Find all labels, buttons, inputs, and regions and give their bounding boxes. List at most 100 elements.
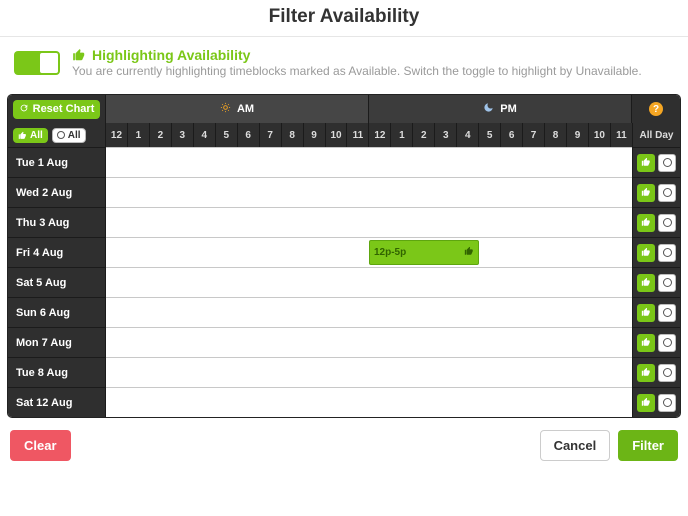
reset-chart-button[interactable]: Reset Chart [13,100,101,119]
hour-header-9[interactable]: 9 [304,123,326,147]
day-row: Wed 2 Aug [8,177,680,207]
row-allday-clear-button[interactable] [658,334,676,352]
row-allday-clear-button[interactable] [658,214,676,232]
row-allday-available-button[interactable] [637,364,655,382]
thumbs-up-icon [641,365,651,380]
hour-header-21[interactable]: 9 [567,123,589,147]
timeblock-area[interactable] [106,297,632,327]
available-block[interactable]: 12p-5p [369,240,479,265]
hour-header-7[interactable]: 7 [260,123,282,147]
day-row: Sat 5 Aug [8,267,680,297]
period-pm-tab[interactable]: PM [369,95,632,123]
availability-chart: Reset Chart AM PM ? All All [7,94,681,418]
row-allday-available-button[interactable] [637,244,655,262]
row-allday-clear-button[interactable] [658,304,676,322]
cancel-button[interactable]: Cancel [540,430,611,461]
hour-header-11[interactable]: 11 [347,123,369,147]
hour-header-2[interactable]: 2 [150,123,172,147]
hour-header-0[interactable]: 12 [106,123,128,147]
circle-icon [663,278,672,287]
row-allday-clear-button[interactable] [658,184,676,202]
day-row: Sat 12 Aug [8,387,680,417]
day-row: Tue 8 Aug [8,357,680,387]
quick-all-available-button[interactable]: All [13,128,48,143]
highlight-toggle[interactable] [14,51,60,75]
thumbs-up-icon [72,48,86,62]
timeblock-area[interactable] [106,207,632,237]
row-allday-clear-button[interactable] [658,274,676,292]
hour-header-4[interactable]: 4 [194,123,216,147]
quick-all-on-label: All [30,130,43,141]
thumbs-up-icon [641,215,651,230]
hour-header-22[interactable]: 10 [589,123,611,147]
row-allday-available-button[interactable] [637,214,655,232]
hour-header-23[interactable]: 11 [611,123,632,147]
timeblock-area[interactable]: 12p-5p [106,237,632,267]
thumbs-up-icon [641,155,651,170]
timeblock-area[interactable] [106,147,632,177]
filter-button[interactable]: Filter [618,430,678,461]
row-allday-actions [632,177,680,207]
hour-header-17[interactable]: 5 [479,123,501,147]
hour-header-6[interactable]: 6 [238,123,260,147]
hour-header-13[interactable]: 1 [391,123,413,147]
hour-header-1[interactable]: 1 [128,123,150,147]
row-allday-actions [632,207,680,237]
row-allday-available-button[interactable] [637,334,655,352]
day-label: Sat 12 Aug [8,387,106,417]
thumbs-up-icon [641,245,651,260]
hour-header-16[interactable]: 4 [457,123,479,147]
period-pm-label: PM [500,103,517,115]
block-label: 12p-5p [374,247,406,258]
timeblock-area[interactable] [106,267,632,297]
row-allday-actions [632,327,680,357]
row-allday-clear-button[interactable] [658,154,676,172]
timeblock-area[interactable] [106,327,632,357]
row-allday-available-button[interactable] [637,274,655,292]
day-label: Wed 2 Aug [8,177,106,207]
help-icon[interactable]: ? [649,102,663,116]
hour-header-3[interactable]: 3 [172,123,194,147]
toggle-knob [40,53,58,73]
row-allday-clear-button[interactable] [658,394,676,412]
clear-button[interactable]: Clear [10,430,71,461]
period-am-label: AM [237,103,254,115]
day-row: Mon 7 Aug [8,327,680,357]
day-label: Thu 3 Aug [8,207,106,237]
thumbs-up-icon [464,246,474,259]
hour-header-14[interactable]: 2 [413,123,435,147]
circle-icon [663,218,672,227]
hour-header-20[interactable]: 8 [545,123,567,147]
sun-icon [220,102,231,116]
hour-header-8[interactable]: 8 [282,123,304,147]
thumbs-up-icon [641,275,651,290]
hour-header-10[interactable]: 10 [326,123,348,147]
period-am-tab[interactable]: AM [106,95,369,123]
quick-all-clear-button[interactable]: All [52,128,86,143]
row-allday-actions [632,237,680,267]
day-label: Tue 1 Aug [8,147,106,177]
day-row: Tue 1 Aug [8,147,680,177]
hour-header-12[interactable]: 12 [369,123,391,147]
timeblock-area[interactable] [106,177,632,207]
hour-header-18[interactable]: 6 [501,123,523,147]
circle-icon [663,158,672,167]
hour-header-15[interactable]: 3 [435,123,457,147]
row-allday-available-button[interactable] [637,304,655,322]
hour-header-5[interactable]: 5 [216,123,238,147]
timeblock-area[interactable] [106,357,632,387]
row-allday-available-button[interactable] [637,154,655,172]
circle-icon [663,338,672,347]
hour-header-19[interactable]: 7 [523,123,545,147]
row-allday-available-button[interactable] [637,184,655,202]
thumbs-up-icon [641,335,651,350]
reset-chart-label: Reset Chart [33,103,95,115]
row-allday-available-button[interactable] [637,394,655,412]
day-row: Thu 3 Aug [8,207,680,237]
row-allday-clear-button[interactable] [658,364,676,382]
timeblock-area[interactable] [106,387,632,417]
row-allday-clear-button[interactable] [658,244,676,262]
row-allday-actions [632,297,680,327]
day-label: Sun 6 Aug [8,297,106,327]
row-allday-actions [632,147,680,177]
